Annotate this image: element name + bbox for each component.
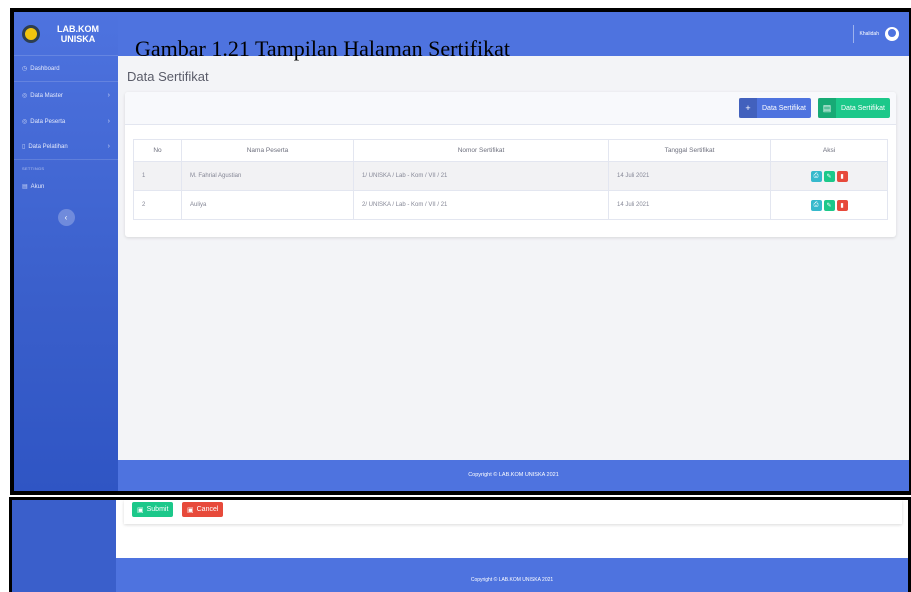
- footer: Copyright © LAB.KOM UNISKA 2021: [118, 460, 909, 491]
- cell-no: 1: [133, 161, 182, 191]
- user-menu[interactable]: Khalidah: [852, 25, 899, 43]
- certificate-report-button[interactable]: ▤ Data Sertifikat: [818, 98, 890, 118]
- logo-icon: [22, 24, 40, 43]
- report-icon: ▤: [818, 98, 836, 118]
- column-header[interactable]: Nomor Sertifikat: [353, 139, 609, 162]
- chevron-right-icon: ›: [107, 143, 110, 150]
- topbar-divider: [852, 25, 854, 43]
- cell-tanggal: 14 Juli 2021: [608, 190, 771, 220]
- certificate-table: No Nama Peserta Nomor Sertifikat Tanggal…: [133, 139, 888, 220]
- page-title: Data Sertifikat: [127, 69, 209, 84]
- sidebar-item-data-pelatihan[interactable]: ▯ Data Pelatihan ›: [14, 134, 118, 160]
- sidebar-item-label: Akun: [30, 183, 45, 190]
- save-icon: ▣: [137, 506, 144, 514]
- card-header: + Data Sertifikat ▤ Data Sertifikat: [125, 92, 896, 125]
- button-label: Submit: [146, 506, 169, 513]
- sidebar-item-label: Data Peserta: [30, 118, 66, 125]
- column-header[interactable]: Aksi: [770, 139, 888, 162]
- cell-nama: Auliya: [181, 190, 354, 220]
- table-header-row: No Nama Peserta Nomor Sertifikat Tanggal…: [133, 139, 888, 162]
- users-icon: ◎: [22, 118, 28, 125]
- brand-line-2: UNISKA: [60, 33, 96, 44]
- edit-icon[interactable]: ✎: [823, 170, 835, 182]
- cancel-icon: ▣: [187, 506, 194, 514]
- sidebar-item-akun[interactable]: ▤ Akun: [14, 173, 118, 199]
- account-icon: ▤: [22, 183, 28, 190]
- column-header[interactable]: Tanggal Sertifikat: [608, 139, 771, 162]
- sidebar-item-label: Dashboard: [30, 66, 60, 72]
- chevron-right-icon: ›: [107, 91, 110, 99]
- sidebar-toggle-button[interactable]: ‹: [57, 209, 75, 226]
- sidebar-item-label: Data Pelatihan: [28, 144, 68, 150]
- sidebar-item-dashboard[interactable]: ◷ Dashboard: [14, 56, 118, 82]
- database-icon: ◎: [22, 92, 28, 99]
- screenshot-lower: ▣ Submit ▣ Cancel Copyright © LAB.KOM UN…: [9, 497, 911, 592]
- cell-tanggal: 14 Juli 2021: [608, 161, 771, 191]
- sidebar-partial: [12, 500, 116, 592]
- cell-aksi: ⎙ ✎ ▮: [770, 190, 888, 220]
- footer-partial: Copyright © LAB.KOM UNISKA 2021: [116, 558, 908, 592]
- cell-nama: M. Fahrial Agustian: [181, 161, 354, 191]
- avatar: [885, 27, 899, 41]
- sidebar: LAB.KOM UNISKA ◷ Dashboard ◎ Data Master ›…: [14, 12, 118, 491]
- print-icon[interactable]: ⎙: [810, 199, 822, 211]
- certificate-card: + Data Sertifikat ▤ Data Sertifikat No N…: [125, 92, 896, 237]
- button-label: Cancel: [196, 506, 219, 513]
- brand-name: LAB.KOM UNISKA: [46, 24, 110, 44]
- table-row: 2 Auliya 2/ UNISKA / Lab - Kom / VII / 2…: [133, 190, 888, 220]
- table-row: 1 M. Fahrial Agustian 1/ UNISKA / Lab - …: [133, 161, 888, 191]
- sidebar-item-label: Data Master: [30, 92, 63, 99]
- sidebar-item-data-peserta[interactable]: ◎ Data Peserta ›: [14, 108, 118, 134]
- plus-icon: +: [739, 98, 757, 118]
- sidebar-item-data-master[interactable]: ◎ Data Master ›: [14, 82, 118, 108]
- document-page: LAB.KOM UNISKA ◷ Dashboard ◎ Data Master ›…: [0, 0, 911, 592]
- submit-button[interactable]: ▣ Submit: [132, 502, 174, 517]
- cancel-button[interactable]: ▣ Cancel: [182, 502, 224, 517]
- screenshot-main: LAB.KOM UNISKA ◷ Dashboard ◎ Data Master ›…: [10, 8, 911, 495]
- figure-caption: Gambar 1.21 Tampilan Halaman Sertifikat: [135, 36, 510, 61]
- cell-no: 2: [133, 190, 182, 220]
- button-label: Data Sertifikat: [762, 104, 806, 112]
- column-header[interactable]: No: [133, 139, 182, 162]
- button-label: Data Sertifikat: [841, 104, 885, 112]
- trash-icon[interactable]: ▮: [836, 170, 848, 182]
- main-content: Data Sertifikat + Data Sertifikat ▤ Data…: [118, 56, 909, 460]
- brand-line-1: LAB.KOM: [57, 23, 99, 34]
- user-name: Khalidah: [859, 31, 879, 37]
- form-actions-card: ▣ Submit ▣ Cancel: [124, 500, 902, 524]
- dashboard-icon: ◷: [22, 66, 28, 72]
- cell-nomor: 2/ UNISKA / Lab - Kom / VII / 21: [353, 190, 609, 220]
- print-icon[interactable]: ⎙: [810, 170, 822, 182]
- cell-nomor: 1/ UNISKA / Lab - Kom / VII / 21: [353, 161, 609, 191]
- sidebar-heading: SETTINGS: [22, 166, 45, 171]
- trash-icon[interactable]: ▮: [836, 199, 848, 211]
- cell-aksi: ⎙ ✎ ▮: [770, 161, 888, 191]
- column-header[interactable]: Nama Peserta: [181, 139, 354, 162]
- edit-icon[interactable]: ✎: [823, 199, 835, 211]
- add-certificate-button[interactable]: + Data Sertifikat: [739, 98, 811, 118]
- chevron-right-icon: ›: [107, 117, 110, 125]
- document-icon: ▯: [22, 144, 26, 150]
- brand[interactable]: LAB.KOM UNISKA: [14, 12, 118, 56]
